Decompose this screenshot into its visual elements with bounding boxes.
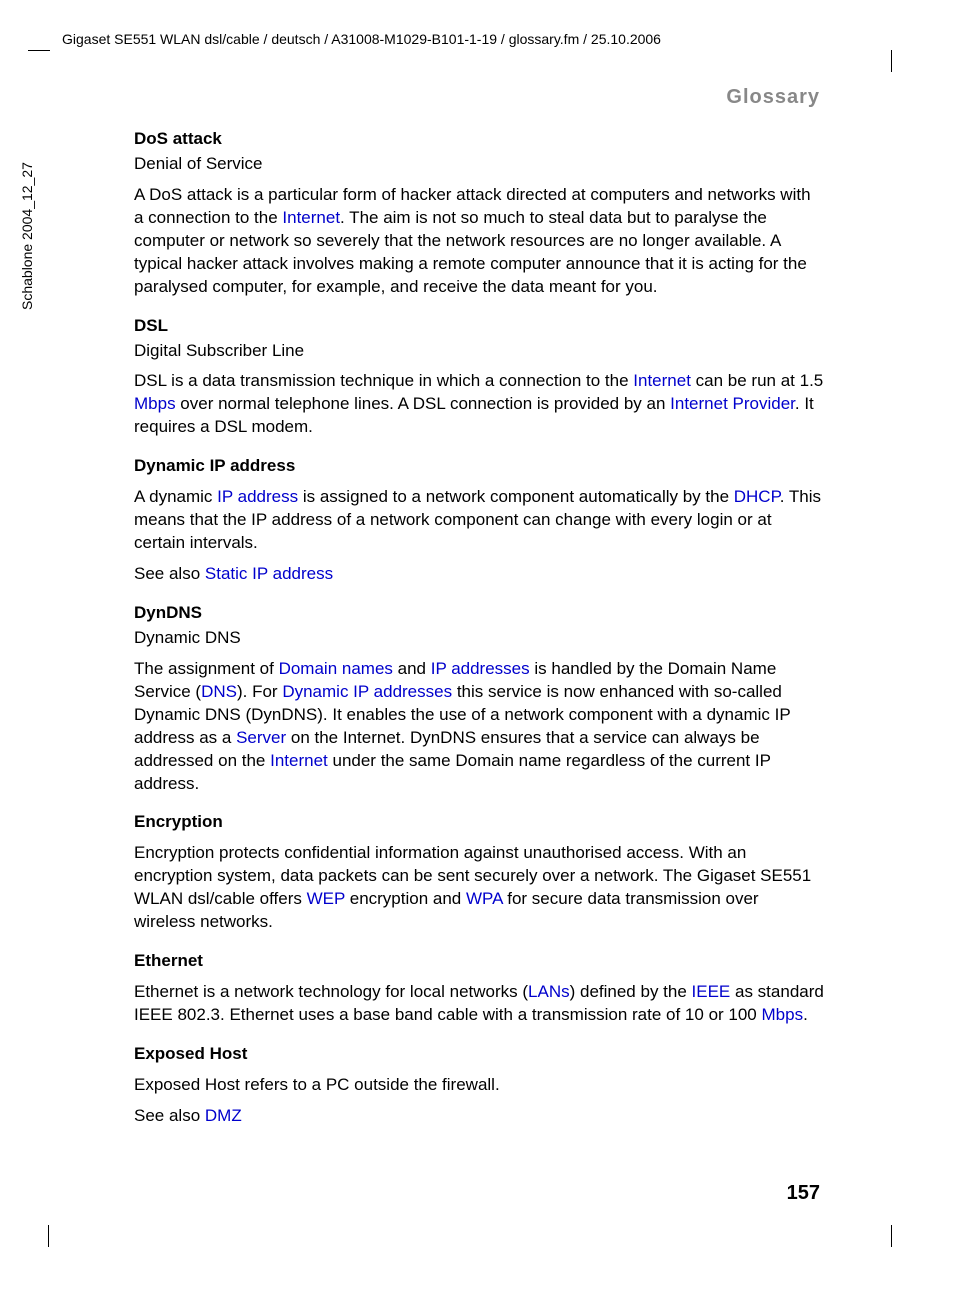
paragraph: Encryption protects confidential informa…	[134, 842, 824, 934]
term-subtitle: Digital Subscriber Line	[134, 340, 824, 363]
term-subtitle: Denial of Service	[134, 153, 824, 176]
link-mbps[interactable]: Mbps	[762, 1005, 804, 1024]
text: encryption and	[345, 889, 466, 908]
link-internet[interactable]: Internet	[282, 208, 340, 227]
link-static-ip[interactable]: Static IP address	[205, 564, 333, 583]
paragraph: See also DMZ	[134, 1105, 824, 1128]
link-internet-provider[interactable]: Internet Provider	[670, 394, 795, 413]
link-dynamic-ip-addresses[interactable]: Dynamic IP addresses	[282, 682, 452, 701]
link-dhcp[interactable]: DHCP	[734, 487, 780, 506]
text: See also	[134, 1106, 205, 1125]
crop-mark	[891, 50, 892, 72]
link-internet[interactable]: Internet	[633, 371, 691, 390]
link-lans[interactable]: LANs	[528, 982, 570, 1001]
text: See also	[134, 564, 205, 583]
paragraph: Exposed Host refers to a PC outside the …	[134, 1074, 824, 1097]
term-exposed-host: Exposed Host	[134, 1043, 824, 1066]
link-ip-address[interactable]: IP address	[217, 487, 298, 506]
term-dsl: DSL	[134, 315, 824, 338]
link-internet[interactable]: Internet	[270, 751, 328, 770]
term-dyndns: DynDNS	[134, 602, 824, 625]
link-mbps[interactable]: Mbps	[134, 394, 176, 413]
link-domain-names[interactable]: Domain names	[279, 659, 393, 678]
paragraph: See also Static IP address	[134, 563, 824, 586]
crop-mark	[891, 1225, 892, 1247]
link-dmz[interactable]: DMZ	[205, 1106, 242, 1125]
term-subtitle: Dynamic DNS	[134, 627, 824, 650]
page-number: 157	[787, 1180, 820, 1207]
link-ieee[interactable]: IEEE	[692, 982, 731, 1001]
paragraph: The assignment of Domain names and IP ad…	[134, 658, 824, 796]
link-ip-addresses[interactable]: IP addresses	[431, 659, 530, 678]
text: over normal telephone lines. A DSL conne…	[176, 394, 671, 413]
text: can be run at 1.5	[691, 371, 823, 390]
section-title: Glossary	[726, 84, 820, 111]
paragraph: Ethernet is a network technology for loc…	[134, 981, 824, 1027]
text: is assigned to a network component autom…	[298, 487, 734, 506]
text: Ethernet is a network technology for loc…	[134, 982, 528, 1001]
text: ) defined by the	[570, 982, 692, 1001]
paragraph: A dynamic IP address is assigned to a ne…	[134, 486, 824, 555]
paragraph: A DoS attack is a particular form of hac…	[134, 184, 824, 299]
link-dns[interactable]: DNS	[201, 682, 237, 701]
doc-header: Gigaset SE551 WLAN dsl/cable / deutsch /…	[62, 30, 661, 49]
crop-mark	[48, 1225, 49, 1247]
term-dos-attack: DoS attack	[134, 128, 824, 151]
term-dynamic-ip: Dynamic IP address	[134, 455, 824, 478]
text: A dynamic	[134, 487, 217, 506]
link-wep[interactable]: WEP	[307, 889, 345, 908]
template-stamp: Schablone 2004_12_27	[18, 162, 37, 310]
link-server[interactable]: Server	[236, 728, 286, 747]
crop-mark	[28, 50, 50, 51]
text: ). For	[237, 682, 282, 701]
link-wpa[interactable]: WPA	[466, 889, 503, 908]
text: Exposed Host refers to a PC outside the …	[134, 1075, 500, 1094]
text: and	[393, 659, 431, 678]
term-ethernet: Ethernet	[134, 950, 824, 973]
paragraph: DSL is a data transmission technique in …	[134, 370, 824, 439]
glossary-content: DoS attack Denial of Service A DoS attac…	[134, 128, 824, 1128]
term-encryption: Encryption	[134, 811, 824, 834]
text: DSL is a data transmission technique in …	[134, 371, 633, 390]
text: .	[803, 1005, 808, 1024]
text: The assignment of	[134, 659, 279, 678]
